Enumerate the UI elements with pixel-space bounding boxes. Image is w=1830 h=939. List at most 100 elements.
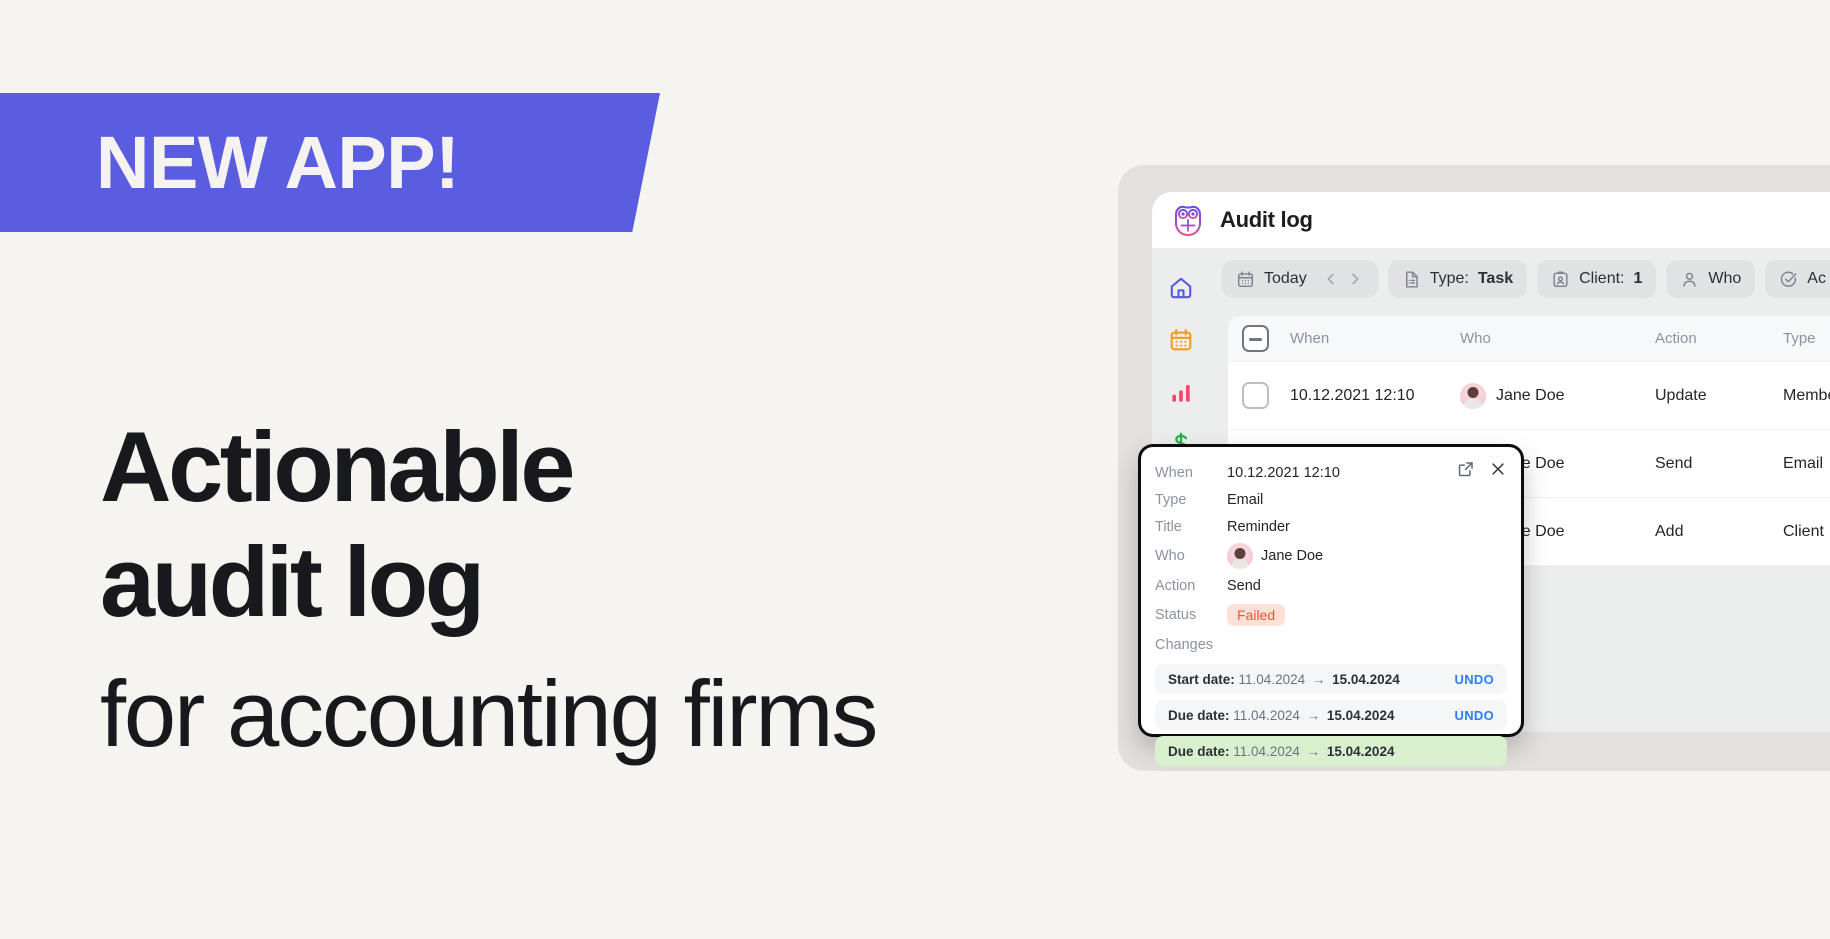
headline-line-2: audit log [100,525,485,637]
popup-value-who-wrap: Jane Doe [1227,543,1323,569]
column-header-who[interactable]: Who [1460,330,1655,347]
new-app-banner-label: NEW APP! [96,120,460,204]
change-field: Start date: [1168,671,1235,687]
cell-when: 10.12.2021 12:10 [1290,386,1415,404]
poster-canvas: NEW APP! Actionable audit log for accoun… [0,0,1830,939]
cell-action: Add [1655,522,1684,540]
change-text: Due date: 11.04.2024 → 15.04.2024 [1168,744,1394,759]
column-header-action[interactable]: Action [1655,330,1783,347]
filter-who[interactable]: Who [1666,260,1756,298]
popup-field-changes: Changes [1155,631,1507,658]
home-icon [1170,277,1192,299]
change-new-value: 15.04.2024 [1332,671,1400,687]
select-all-cell[interactable] [1242,325,1290,352]
change-row[interactable]: Due date: 11.04.2024 → 15.04.2024 UNDO [1155,700,1507,730]
arrow-icon: → [1311,671,1326,687]
change-old-value: 11.04.2024 [1238,671,1306,687]
filter-who-label: Who [1708,270,1742,287]
sidebar-item-calendar[interactable] [1161,320,1201,360]
popup-label-title: Title [1155,518,1182,535]
close-icon[interactable] [1489,460,1507,483]
popup-label-type: Type [1155,491,1187,508]
popup-field-type: Type Email [1155,486,1507,513]
filter-client-label: Client: [1579,270,1625,287]
app-titlebar: Audit log [1152,192,1830,248]
filter-action[interactable]: Ac [1765,260,1830,298]
headline-block: Actionable audit log for accounting firm… [100,410,1100,770]
app-toolbar: Today Type: Task Client: 1 Who Ac [1210,248,1830,310]
bar-chart-icon [1172,384,1190,402]
cell-action: Update [1655,386,1707,404]
cell-type: Email [1783,454,1824,472]
audit-detail-popup: When 10.12.2021 12:10 Type Email Title R… [1138,444,1524,766]
column-header-when[interactable]: When [1290,330,1460,347]
popup-field-status: Status Failed [1155,599,1507,631]
change-new-value: 15.04.2024 [1326,707,1395,723]
popup-field-title: Title Reminder [1155,513,1507,540]
table-header-row: When Who Action Type [1228,316,1830,362]
change-field: Due date: [1168,707,1230,723]
external-link-icon[interactable] [1457,460,1475,483]
date-range-label: Today [1264,270,1307,287]
app-title: Audit log [1220,207,1313,232]
undo-button[interactable]: UNDO [1455,708,1494,723]
row-select-cell[interactable] [1242,382,1290,409]
avatar [1460,382,1486,409]
popup-field-when: When 10.12.2021 12:10 [1155,459,1507,486]
popup-value-title: Reminder [1227,518,1290,535]
filter-type[interactable]: Type: Task [1387,260,1528,298]
prev-period-button[interactable] [1322,270,1340,288]
popup-label-changes: Changes [1155,636,1214,653]
filter-type-value: Task [1477,270,1514,287]
document-icon [1405,271,1418,287]
popup-label-when: When [1155,464,1193,481]
change-field: Due date: [1168,743,1230,759]
headline-line-3: for accounting firms [100,660,878,766]
headline-line-1: Actionable [100,411,575,522]
new-app-banner: NEW APP! [0,93,660,232]
arrow-icon: → [1306,743,1321,759]
change-row[interactable]: Start date: 11.04.2024 → 15.04.2024 UNDO [1155,664,1507,694]
person-icon [1683,272,1697,287]
change-text: Due date: 11.04.2024 → 15.04.2024 [1168,708,1394,723]
status-badge: Failed [1227,604,1286,626]
popup-value-action: Send [1227,577,1261,594]
popup-value-who: Jane Doe [1261,548,1324,564]
cell-action: Send [1655,454,1693,472]
cell-type: Client [1783,522,1824,540]
popup-label-action: Action [1155,577,1196,594]
owl-icon [1172,204,1204,237]
change-old-value: 11.04.2024 [1233,743,1300,759]
calendar-icon [1237,271,1254,287]
change-text: Start date: 11.04.2024 → 15.04.2024 [1168,672,1400,687]
popup-label-status: Status [1155,607,1197,623]
change-row-highlighted[interactable]: Due date: 11.04.2024 → 15.04.2024 [1155,736,1507,766]
popup-actions [1457,460,1507,483]
popup-field-who: Who Jane Doe [1155,540,1507,572]
row-checkbox[interactable] [1242,382,1269,409]
table-row[interactable]: 10.12.2021 12:10 Jane Doe Update Member [1228,362,1830,430]
popup-value-when: 10.12.2021 12:10 [1227,464,1340,481]
client-card-icon [1553,271,1568,287]
filter-client-value: 1 [1633,270,1643,287]
cell-who: Jane Doe [1460,382,1655,409]
date-range-picker[interactable]: Today [1222,260,1378,298]
sidebar-item-reports[interactable] [1161,372,1201,412]
select-all-checkbox[interactable] [1242,325,1269,352]
cell-type: Member [1783,386,1830,404]
filter-client[interactable]: Client: 1 [1537,260,1657,298]
sidebar-item-home[interactable] [1161,268,1201,308]
undo-button[interactable]: UNDO [1455,672,1494,687]
check-circle-icon [1781,271,1797,287]
next-period-button[interactable] [1346,270,1364,288]
popup-value-type: Email [1227,491,1264,508]
column-header-type[interactable]: Type [1783,330,1830,347]
arrow-icon: → [1306,707,1321,723]
popup-label-who: Who [1155,548,1185,564]
filter-type-label: Type: [1429,270,1469,287]
change-old-value: 11.04.2024 [1233,707,1300,723]
chevron-right-icon [1351,273,1359,285]
chevron-left-icon [1327,273,1334,285]
calendar-icon [1170,329,1192,351]
popup-field-action: Action Send [1155,572,1507,599]
